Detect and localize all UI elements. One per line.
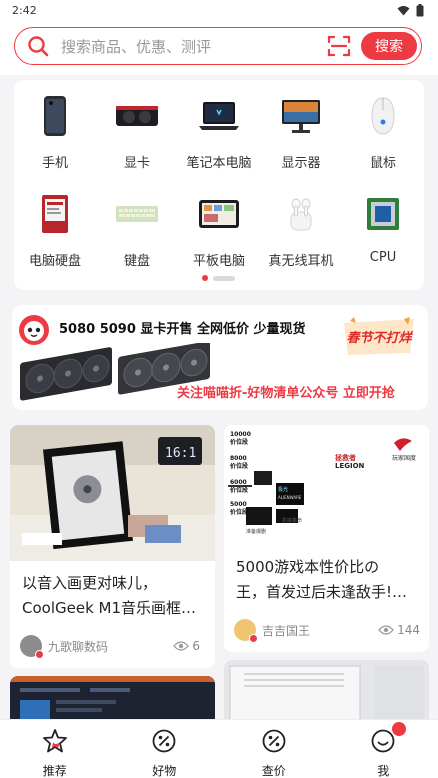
feed-meta: 九歌聊数码 6 — [20, 635, 200, 659]
tablet-icon — [195, 190, 243, 238]
pager-dot — [213, 275, 235, 281]
discount-icon — [151, 728, 177, 754]
tab-me[interactable]: 我 — [329, 720, 438, 778]
feed-image: 16:1 — [10, 425, 215, 561]
monitor-icon — [277, 92, 325, 140]
tab-label: 推荐 — [42, 764, 67, 778]
view-count: 144 — [378, 623, 420, 637]
verified-badge-icon — [249, 634, 258, 643]
category-label: 显卡 — [123, 156, 150, 171]
pager-dot-active — [202, 275, 208, 281]
feed-meta: 吉吉国王 144 — [234, 619, 420, 643]
hard-drive-icon — [31, 190, 79, 238]
banner-badge-text: 春节不打烊 — [346, 331, 412, 346]
author-name[interactable]: 九歌聊数码 — [48, 638, 173, 655]
battery-icon — [416, 3, 424, 16]
view-count-value: 6 — [192, 639, 200, 653]
category-cpu[interactable]: CPU — [342, 178, 424, 274]
search-button[interactable]: 搜索 — [361, 32, 417, 60]
tab-goods[interactable]: 好物 — [110, 720, 220, 778]
verified-badge-icon — [35, 650, 44, 659]
category-label: 真无线耳机 — [268, 254, 334, 269]
banner-subtitle: 关注喵喵折-好物清单公众号 立即开抢 — [177, 386, 395, 401]
star-icon — [42, 728, 68, 754]
price-labels: 10000 价位段 8000 价位段 6000 价位段 5000 价位段 — [230, 431, 251, 516]
smiley-icon — [370, 722, 407, 754]
category-label: 鼠标 — [369, 156, 396, 171]
top-bar: 搜索商品、优惠、测评 搜索 — [0, 20, 438, 75]
feed-card[interactable]: 10000 价位段 8000 价位段 6000 价位段 5000 价位段 拯救者… — [224, 425, 429, 652]
category-monitor[interactable]: 显示器 — [260, 80, 342, 176]
category-label: 平板电脑 — [192, 254, 245, 269]
search-box[interactable]: 搜索商品、优惠、测评 搜索 — [14, 27, 422, 65]
cat-logo-icon — [19, 315, 49, 345]
author-name[interactable]: 吉吉国王 — [262, 622, 378, 639]
feed-image — [224, 660, 429, 726]
avatar[interactable] — [234, 619, 258, 643]
tab-label: 查价 — [261, 764, 286, 778]
tag-label: ALIENWARE — [278, 495, 302, 500]
category-earbuds[interactable]: 真无线耳机 — [260, 178, 342, 274]
feed-card[interactable]: 16:1 以音入画更对味儿， CoolGeek M1音乐画框… 九歌聊数码 6 — [10, 425, 215, 668]
phone-icon — [31, 92, 79, 140]
view-count: 6 — [173, 639, 200, 653]
category-pager — [202, 275, 235, 281]
status-time: 2:42 — [12, 3, 37, 17]
svg-text:16:1: 16:1 — [165, 446, 196, 461]
eye-icon — [378, 625, 394, 635]
tag-label: 机械革命 — [282, 518, 303, 524]
banner-title: 5080 5090 显卡开售 全网低价 少量现货 — [59, 322, 306, 337]
notification-dot — [392, 722, 407, 736]
keyboard-icon — [113, 190, 161, 238]
category-laptop[interactable]: 笔记本电脑 — [178, 80, 260, 176]
rog-label: 玩家国度 — [392, 455, 417, 462]
category-gpu[interactable]: 显卡 — [96, 80, 178, 176]
category-phone[interactable]: 手机 — [14, 80, 96, 176]
laptop-icon — [195, 92, 243, 140]
category-label: 电脑硬盘 — [28, 254, 81, 269]
category-label: 手机 — [41, 156, 68, 171]
category-label: 显示器 — [281, 156, 321, 171]
category-label: 笔记本电脑 — [186, 156, 252, 171]
view-count-value: 144 — [397, 623, 420, 637]
banner-badge: 春节不打烊 — [340, 317, 418, 357]
promo-banner[interactable]: 5080 5090 显卡开售 全网低价 少量现货 春节不打烊 关注喵喵折-好物清… — [12, 305, 428, 410]
tab-label: 我 — [377, 764, 390, 778]
tab-label: 好物 — [152, 764, 177, 778]
tag-label: 极光 — [278, 487, 289, 493]
price-check-icon — [261, 728, 287, 754]
category-label: 键盘 — [123, 254, 150, 269]
wifi-icon — [397, 5, 410, 15]
avatar[interactable] — [20, 635, 44, 659]
category-grid: 手机 显卡 笔记本电脑 显示器 鼠标 电脑硬盘 键盘 平板电脑 真无线耳机 CP… — [14, 80, 424, 290]
brand-label: 拯救者 LEGION — [335, 454, 365, 470]
category-label: CPU — [369, 250, 397, 265]
category-hard-drive[interactable]: 电脑硬盘 — [14, 178, 96, 274]
gpu-icon — [113, 92, 161, 140]
tab-price-check[interactable]: 查价 — [219, 720, 329, 778]
feed-title: 以音入画更对味儿， CoolGeek M1音乐画框… — [22, 574, 197, 617]
mouse-icon — [359, 92, 407, 140]
feed-title: 5000游戏本性价比の 王，首发过后未逢敌手!… — [236, 558, 408, 601]
scan-icon[interactable] — [327, 33, 353, 59]
status-bar: 2:42 — [0, 0, 438, 20]
category-keyboard[interactable]: 键盘 — [96, 178, 178, 274]
cpu-icon — [359, 190, 407, 238]
status-icons — [397, 3, 424, 17]
earbuds-icon — [277, 190, 325, 238]
bottom-tab-bar: 推荐 好物 查价 我 — [0, 719, 438, 778]
search-icon — [27, 35, 49, 57]
category-tablet[interactable]: 平板电脑 — [178, 178, 260, 274]
eye-icon — [173, 641, 190, 651]
tab-recommend[interactable]: 推荐 — [0, 720, 110, 778]
category-mouse[interactable]: 鼠标 — [342, 80, 424, 176]
image-footer: 准备爆删 — [246, 529, 267, 535]
feed-card[interactable] — [224, 660, 429, 726]
feed-image: 10000 价位段 8000 价位段 6000 价位段 5000 价位段 拯救者… — [224, 425, 429, 545]
search-input[interactable]: 搜索商品、优惠、测评 — [61, 36, 327, 57]
